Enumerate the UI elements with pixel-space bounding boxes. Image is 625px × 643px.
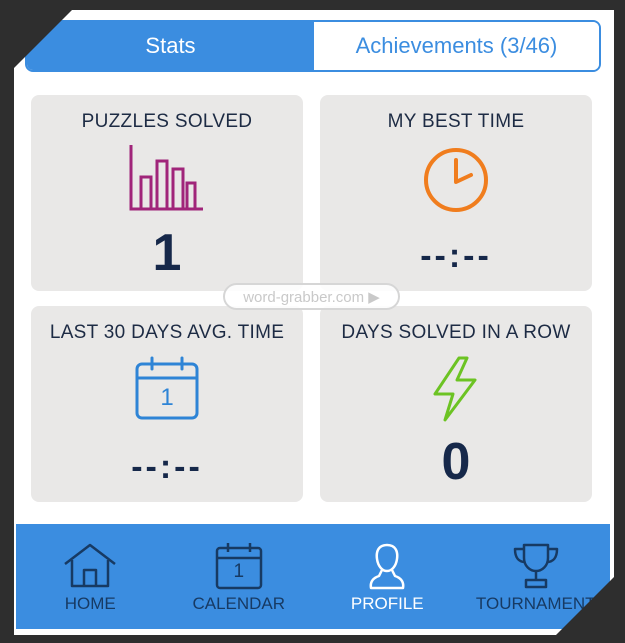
puzzles-solved-value: 1 <box>152 224 182 282</box>
tab-achievements[interactable]: Achievements (3/46) <box>314 22 599 70</box>
calendar-day: 1 <box>160 384 174 411</box>
watermark: word-grabber.com ▶ <box>223 283 400 310</box>
home-icon <box>64 543 117 588</box>
card-title: DAYS SOLVED IN A ROW <box>341 322 571 343</box>
stats-tab-bar: Stats Achievements (3/46) <box>25 20 601 72</box>
clock-icon <box>424 148 488 212</box>
best-time-value: --:-- <box>420 237 492 275</box>
calendar-icon: 1 <box>134 356 200 422</box>
card-avg-time: LAST 30 DAYS AVG. TIME 1 --:-- <box>31 306 303 502</box>
nav-item-home[interactable]: HOME <box>16 524 165 629</box>
card-streak: DAYS SOLVED IN A ROW 0 <box>320 306 592 502</box>
trophy-icon <box>513 543 558 589</box>
card-best-time: MY BEST TIME --:-- <box>320 95 592 291</box>
avg-time-value: --:-- <box>131 448 203 486</box>
nav-item-profile[interactable]: PROFILE <box>313 524 462 629</box>
card-title: MY BEST TIME <box>387 111 525 132</box>
profile-icon <box>369 543 405 590</box>
streak-value: 0 <box>441 433 471 491</box>
frame-corner <box>556 577 614 635</box>
lightning-bolt-icon <box>433 356 477 422</box>
stats-screen: Stats Achievements (3/46) PUZZLES SOLVED… <box>0 0 625 643</box>
nav-item-calendar[interactable]: 1 CALENDAR <box>165 524 314 629</box>
calendar-day: 1 <box>233 561 245 582</box>
bar-chart-icon <box>129 145 203 211</box>
nav-label: PROFILE <box>350 594 424 613</box>
card-puzzles-solved: PUZZLES SOLVED 1 <box>31 95 303 291</box>
card-title: PUZZLES SOLVED <box>81 111 253 132</box>
nav-label: HOME <box>64 594 116 613</box>
calendar-icon: 1 <box>215 542 263 590</box>
bottom-nav: HOME 1 CALENDAR PROFILE TOURNAMENT <box>16 524 610 629</box>
frame-corner <box>14 10 72 68</box>
card-title: LAST 30 DAYS AVG. TIME <box>49 322 285 343</box>
nav-label: CALENDAR <box>192 594 286 613</box>
